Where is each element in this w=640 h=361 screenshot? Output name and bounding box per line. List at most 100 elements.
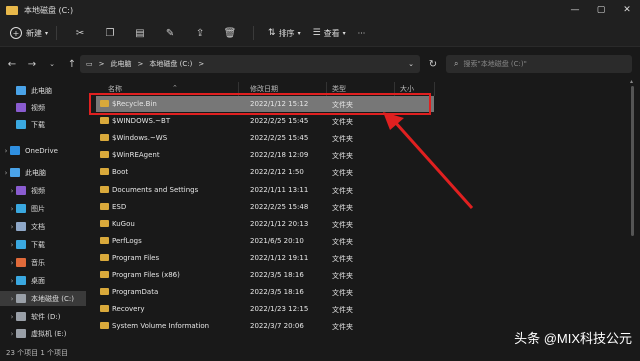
copy-icon[interactable]: ❐	[101, 24, 119, 42]
chevron-right-icon[interactable]: ›	[8, 313, 16, 321]
paste-icon[interactable]: ▤	[131, 24, 149, 42]
toolbar-divider	[253, 26, 255, 40]
sidebar-item[interactable]: 下载	[0, 117, 86, 132]
file-type: 文件夹	[332, 152, 353, 161]
scroll-thumb[interactable]	[631, 86, 634, 236]
sidebar-item[interactable]: › 音乐	[0, 255, 86, 270]
file-date: 2022/1/12 19:11	[250, 253, 309, 262]
sidebar-item[interactable]: 此电脑	[0, 83, 86, 98]
refresh-icon[interactable]: ↻	[424, 55, 442, 73]
file-date: 2021/6/5 20:10	[250, 236, 304, 245]
file-name: PerfLogs	[112, 236, 142, 245]
file-row[interactable]: ESD 2022/2/25 15:48 文件夹	[96, 199, 434, 215]
file-name: $Windows.~WS	[112, 134, 168, 143]
chevron-right-icon[interactable]: ›	[2, 169, 10, 177]
file-date: 2022/3/5 18:16	[250, 271, 304, 279]
sidebar-item[interactable]: 视频	[0, 100, 86, 115]
file-date: 2022/2/25 15:48	[250, 202, 309, 211]
delete-icon[interactable]: 🗑	[221, 24, 239, 42]
sidebar-item[interactable]: › 文档	[0, 219, 86, 234]
file-row[interactable]: $Windows.~WS 2022/2/25 15:45 文件夹	[96, 130, 434, 146]
file-name: Recovery	[112, 305, 145, 314]
chevron-down-icon: ▾	[342, 29, 346, 37]
file-row[interactable]: Boot 2022/2/12 1:50 文件夹	[96, 164, 434, 180]
more-options-button[interactable]: ···	[358, 29, 366, 38]
new-button[interactable]: + 新建 ▾	[10, 27, 48, 39]
file-date: 2022/3/7 20:06	[250, 322, 304, 331]
file-type: 文件夹	[332, 220, 353, 229]
folder-icon	[100, 253, 109, 261]
view-label: 查看	[323, 28, 340, 38]
sidebar-item[interactable]: › 图片	[0, 201, 86, 216]
file-row[interactable]: Recovery 2022/1/23 12:15 文件夹	[96, 301, 434, 317]
view-button[interactable]: ☰ 查看 ▾	[313, 28, 346, 39]
chevron-right-icon[interactable]: ›	[8, 241, 16, 249]
share-icon[interactable]: ⇪	[191, 24, 209, 42]
chevron-right-icon[interactable]: ›	[8, 330, 16, 338]
file-row[interactable]: $WINDOWS.~BT 2022/2/25 15:45 文件夹	[96, 113, 434, 129]
file-type: 文件夹	[332, 272, 353, 280]
breadcrumb-this-pc[interactable]: 此电脑	[111, 59, 132, 69]
chevron-down-icon[interactable]: ⌄	[408, 60, 414, 68]
cut-icon[interactable]: ✂	[71, 24, 89, 42]
video-icon	[16, 186, 26, 195]
file-name: $WINDOWS.~BT	[112, 117, 171, 126]
file-row[interactable]: KuGou 2022/1/12 20:13 文件夹	[96, 216, 434, 232]
breadcrumb-sep: >	[98, 60, 105, 68]
back-icon[interactable]: ←	[4, 56, 20, 72]
chevron-right-icon[interactable]: ›	[8, 277, 16, 285]
file-name: ESD	[112, 202, 127, 211]
sidebar-item[interactable]: › 本地磁盘 (C:)	[0, 291, 86, 306]
vertical-scrollbar[interactable]: ▴	[630, 78, 636, 344]
chevron-right-icon[interactable]: ›	[8, 259, 16, 267]
file-row[interactable]: Program Files 2022/1/12 19:11 文件夹	[96, 250, 434, 266]
file-date: 2022/1/23 12:15	[250, 305, 309, 314]
rename-icon[interactable]: ✎	[161, 24, 179, 42]
file-name: ProgramData	[112, 288, 159, 297]
file-row[interactable]: System Volume Information 2022/3/7 20:06 文…	[96, 318, 434, 334]
sidebar-item[interactable]: › 桌面	[0, 273, 86, 288]
chevron-right-icon[interactable]: ›	[2, 147, 10, 155]
music-icon	[16, 258, 26, 267]
chevron-right-icon[interactable]: ›	[8, 187, 16, 195]
file-type: 文件夹	[332, 118, 353, 127]
address-field[interactable]: ▭ > 此电脑 > 本地磁盘 (C:) > ⌄	[80, 55, 420, 73]
breadcrumb-drive-c[interactable]: 本地磁盘 (C:)	[149, 59, 192, 69]
sidebar-item[interactable]: › 视频	[0, 183, 86, 198]
close-button[interactable]: ✕	[614, 0, 640, 20]
sort-button[interactable]: ⇅ 排序 ▾	[268, 28, 301, 39]
chevron-right-icon[interactable]: ›	[8, 205, 16, 213]
file-name: System Volume Information	[112, 322, 210, 331]
address-bar-row: ← → ⌄ ↑ ▭ > 此电脑 > 本地磁盘 (C:) > ⌄ ↻ ⌕ 搜索"本…	[0, 47, 640, 81]
sidebar-item[interactable]: › 虚拟机 (E:)	[0, 326, 86, 341]
sidebar-item[interactable]: › 软件 (D:)	[0, 309, 86, 324]
sidebar-item[interactable]: › 此电脑	[0, 165, 86, 180]
watermark-text: 头条 @MIX科技公元	[514, 331, 632, 346]
sidebar-item[interactable]: › 下载	[0, 237, 86, 252]
sidebar-item-label: 视频	[31, 103, 45, 112]
search-icon: ⌕	[454, 59, 459, 68]
file-row[interactable]: $WinREAgent 2022/2/18 12:09 文件夹	[96, 147, 434, 163]
maximize-button[interactable]: ▢	[588, 0, 614, 20]
folder-icon	[100, 168, 109, 176]
drive-icon	[16, 329, 26, 338]
scroll-up-icon[interactable]: ▴	[630, 78, 633, 85]
chevron-right-icon[interactable]: ›	[8, 223, 16, 231]
sidebar-item[interactable]: › OneDrive	[0, 143, 86, 158]
recent-chevron-icon[interactable]: ⌄	[44, 56, 60, 72]
file-row[interactable]: ProgramData 2022/3/5 18:16 文件夹	[96, 284, 434, 300]
file-date: 2022/2/12 1:50	[250, 168, 304, 177]
folder-icon	[100, 151, 109, 159]
up-icon[interactable]: ↑	[64, 56, 80, 72]
picture-icon	[16, 204, 26, 213]
chevron-right-icon[interactable]: ›	[8, 295, 16, 303]
file-row[interactable]: Program Files (x86) 2022/3/5 18:16 文件夹	[96, 267, 434, 283]
file-row[interactable]: Documents and Settings 2022/1/11 13:11 文件夹	[96, 182, 434, 198]
search-field[interactable]: ⌕ 搜索"本地磁盘 (C:)"	[446, 55, 632, 73]
forward-icon[interactable]: →	[24, 56, 40, 72]
view-icon: ☰	[312, 28, 321, 38]
folder-icon	[100, 219, 109, 227]
minimize-button[interactable]: —	[562, 0, 588, 20]
chevron-down-icon: ▾	[45, 29, 49, 37]
file-row[interactable]: PerfLogs 2021/6/5 20:10 文件夹	[96, 233, 434, 249]
